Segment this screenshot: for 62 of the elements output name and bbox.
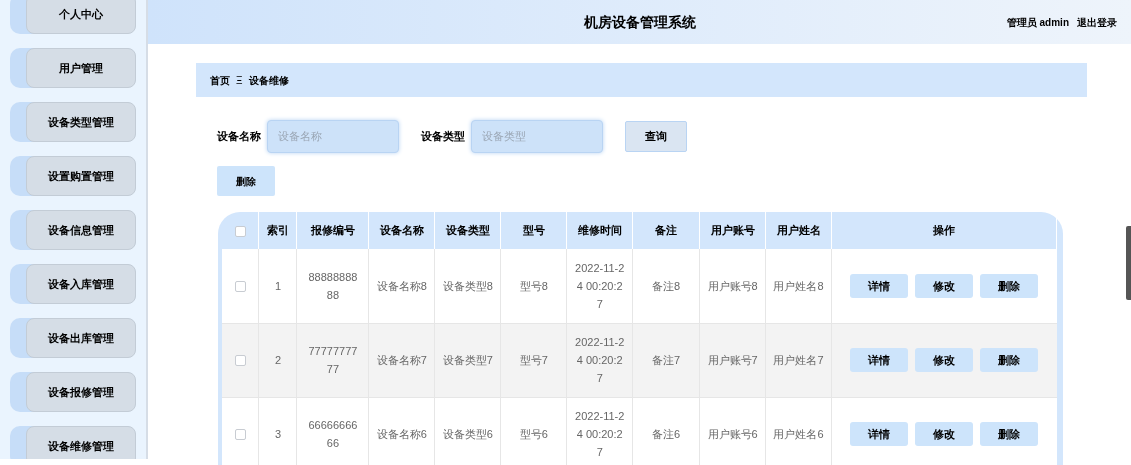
checkbox[interactable]	[234, 281, 246, 293]
edit-button[interactable]: 修改	[915, 273, 974, 298]
sidebar-item[interactable]: 设备维修管理	[26, 426, 136, 459]
table-cell: 型号6	[500, 397, 567, 465]
sidebar-item[interactable]: 设置购置管理	[26, 156, 136, 196]
detail-button[interactable]: 详情	[850, 273, 909, 298]
table-cell: 用户姓名7	[765, 323, 832, 397]
table-cell-text: 7777777777	[307, 344, 359, 377]
table-cell: 用户账号7	[699, 323, 766, 397]
table-cell: 型号8	[500, 249, 567, 323]
delete-button[interactable]: 删除	[980, 348, 1039, 372]
table-cell: 设备名称6	[368, 397, 435, 465]
sidebar-item[interactable]: 设备出库管理	[26, 318, 136, 358]
sidebar-item[interactable]: 设备报修管理	[26, 372, 136, 412]
edit-button[interactable]: 修改	[915, 422, 974, 446]
table-cell: 设备类型8	[434, 249, 501, 323]
table-cell: 备注7	[632, 323, 700, 397]
sidebar-item[interactable]: 设备信息管理	[26, 210, 136, 250]
delete-button[interactable]: 删除	[980, 273, 1039, 298]
table-cell: 用户姓名6	[765, 397, 832, 465]
table-cell: 备注8	[632, 249, 700, 323]
table-cell: 设备名称7	[368, 323, 435, 397]
table-cell: 设备名称8	[368, 249, 435, 323]
table-cell-text: 2022-11-24 00:20:27	[574, 409, 626, 460]
table-cell-text: 2022-11-24 00:20:27	[574, 335, 626, 386]
detail-button[interactable]: 详情	[850, 348, 909, 372]
checkbox[interactable]	[234, 429, 246, 441]
checkbox[interactable]	[234, 355, 246, 367]
delete-button[interactable]: 删除	[980, 422, 1039, 446]
breadcrumb-link[interactable]: 首页	[210, 72, 230, 88]
field-label: 设备名称	[217, 128, 261, 144]
breadcrumb-separator: Ξ	[236, 73, 243, 88]
table-cell: 用户账号8	[699, 249, 766, 323]
search-field[interactable]: 设备名称	[267, 119, 399, 153]
table-cell: 2	[258, 323, 297, 397]
sidebar-item[interactable]: 设备入库管理	[26, 264, 136, 304]
sidebar-item[interactable]: 个人中心	[26, 0, 136, 34]
scrollbar-thumb[interactable]	[1126, 226, 1131, 300]
table-cell: 备注6	[632, 397, 700, 465]
edit-button[interactable]: 修改	[915, 348, 974, 372]
table-cell-text: 8888888888	[307, 269, 359, 303]
app-title: 机房设备管理系统	[584, 12, 696, 32]
table-cell-text: 6666666666	[307, 418, 359, 451]
breadcrumb-current: 设备维修	[248, 73, 289, 88]
table-cell: 3	[258, 397, 297, 465]
logout-link[interactable]: 退出登录	[1077, 14, 1117, 30]
table-cell: 1	[258, 249, 297, 323]
sidebar-item[interactable]: 用户管理	[26, 48, 136, 88]
field-label: 设备类型	[421, 128, 465, 144]
table-cell-text: 2022-11-24 00:20:27	[574, 260, 626, 312]
table-cell: 用户账号6	[699, 397, 766, 465]
table-cell: 型号7	[500, 323, 567, 397]
table-cell: 设备类型6	[434, 397, 501, 465]
detail-button[interactable]: 详情	[850, 422, 909, 446]
delete-button[interactable]: 删除	[217, 166, 275, 196]
search-button[interactable]: 查询	[625, 120, 687, 152]
search-field[interactable]: 设备类型	[471, 119, 603, 153]
user-label: 管理员 admin	[1006, 15, 1069, 30]
table-cell: 设备类型7	[434, 323, 501, 397]
table-cell: 用户姓名8	[765, 249, 832, 323]
sidebar-item[interactable]: 设备类型管理	[26, 102, 136, 142]
checkbox[interactable]	[234, 225, 246, 237]
